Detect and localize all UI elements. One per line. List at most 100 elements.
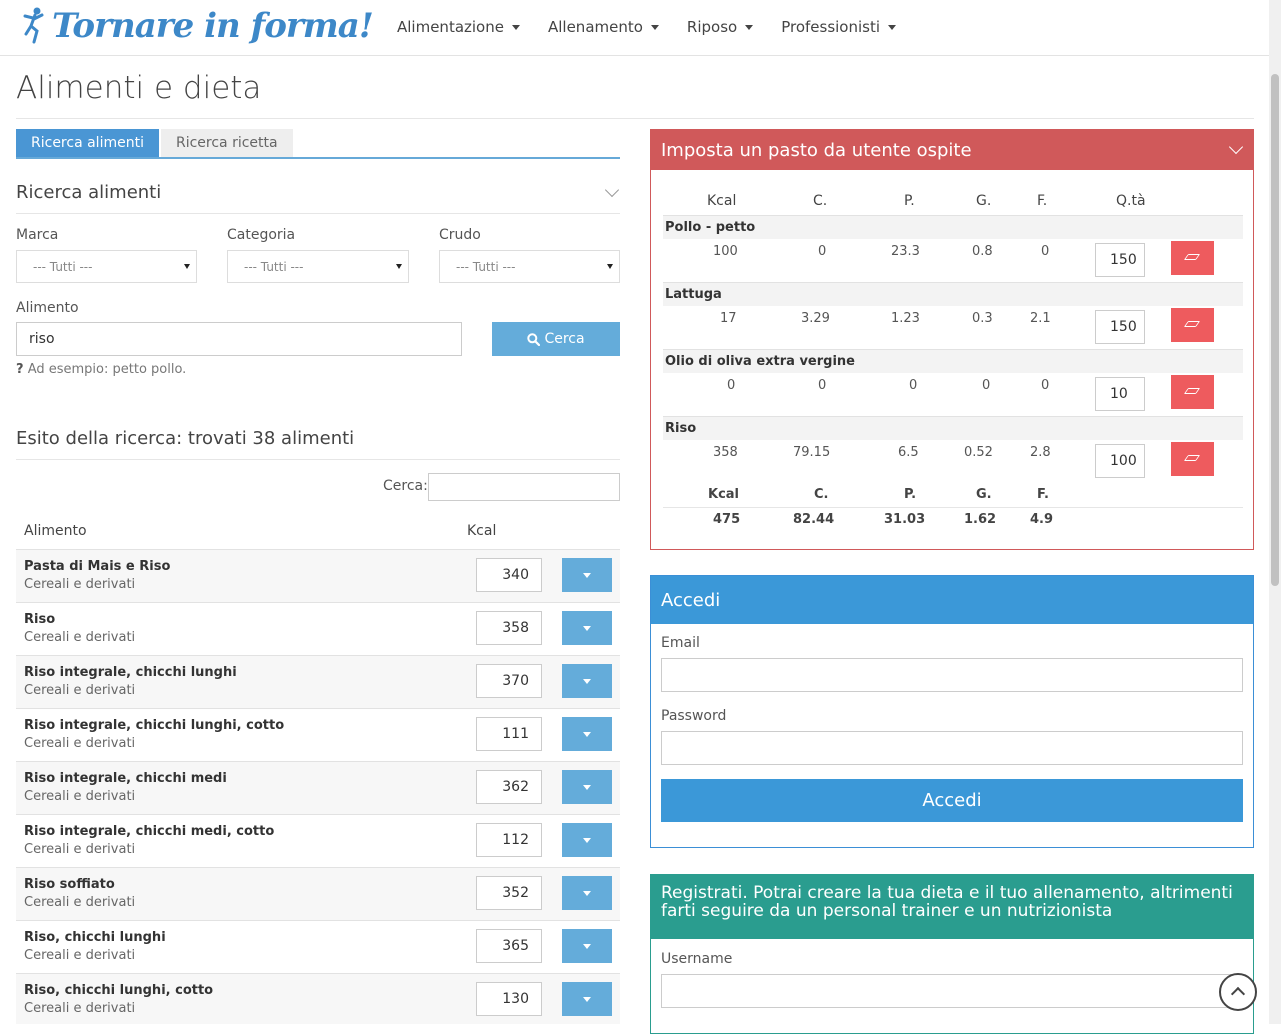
email-field[interactable] [661,658,1243,692]
add-dropdown-button[interactable] [562,982,612,1016]
meal-p: 1.23 [891,311,920,326]
register-panel: Registrati. Potrai creare la tua dieta e… [650,874,1254,1034]
chevron-down-icon[interactable] [604,182,620,198]
kcal-field[interactable]: 340 [476,558,542,592]
meal-item-name-row: Riso [663,416,1243,440]
food-name: Riso [24,612,56,627]
nav-professionisti[interactable]: Professionisti [781,0,897,54]
vertical-scrollbar[interactable] [1269,0,1281,1024]
totals-header-f: F. [1037,487,1049,502]
categoria-select[interactable]: --- Tutti --- [227,250,409,283]
meal-item-name: Riso [665,421,697,436]
tab-ricerca-ricetta[interactable]: Ricerca ricetta [160,129,293,157]
food-name: Riso, chicchi lunghi [24,930,166,945]
total-g: 1.62 [964,512,997,527]
food-name: Riso, chicchi lunghi, cotto [24,983,214,998]
food-name: Riso integrale, chicchi lunghi [24,665,237,680]
remove-item-button[interactable] [1171,241,1214,275]
meal-kcal: 358 [713,445,738,460]
marca-label: Marca [16,227,59,243]
add-dropdown-button[interactable] [562,558,612,592]
nav-riposo[interactable]: Riposo [686,0,754,54]
col-header-kcal: Kcal [707,193,737,209]
quantity-input[interactable]: 150 [1095,310,1145,344]
eraser-icon [1183,321,1201,327]
meal-p: 23.3 [891,244,920,259]
page-title: Alimenti e dieta [16,70,262,106]
remove-item-button[interactable] [1171,442,1214,476]
quantity-input[interactable]: 150 [1095,243,1145,277]
results-title: Esito della ricerca: trovati 38 alimenti [16,428,355,449]
cerca-button[interactable]: Cerca [492,322,620,356]
meal-item-name-row: Pollo - petto [663,215,1243,239]
col-header-kcal[interactable]: Kcal [467,523,496,539]
username-field[interactable] [661,974,1243,1008]
kcal-field[interactable]: 111 [476,717,542,751]
marca-select[interactable]: --- Tutti --- [16,250,197,283]
nav-alimentazione[interactable]: Alimentazione [397,0,520,54]
nav-label: Riposo [686,18,738,36]
kcal-field[interactable]: 365 [476,929,542,963]
nav-allenamento[interactable]: Allenamento [548,0,659,54]
add-dropdown-button[interactable] [562,717,612,751]
caret-down-icon [583,944,591,949]
username-label: Username [661,951,733,967]
kcal-field[interactable]: 130 [476,982,542,1016]
table-row: Pasta di Mais e Riso Cereali e derivati … [16,549,620,602]
chevron-up-icon [1230,986,1246,1002]
food-category: Cereali e derivati [24,630,136,645]
tab-ricerca-alimenti[interactable]: Ricerca alimenti [16,129,159,157]
quantity-input[interactable]: 100 [1095,444,1145,478]
meal-item-name-row: Olio di oliva extra vergine [663,349,1243,373]
email-label: Email [661,635,700,651]
total-c: 82.44 [793,512,835,527]
table-filter-input[interactable] [428,473,620,501]
meal-item-name: Olio di oliva extra vergine [665,354,855,369]
kcal-field[interactable]: 112 [476,823,542,857]
total-kcal: 475 [713,512,741,527]
add-dropdown-button[interactable] [562,611,612,645]
meal-kcal: 17 [720,311,737,326]
meal-item-name-row: Lattuga [663,282,1243,306]
meal-f: 2.1 [1030,311,1051,326]
guest-meal-header[interactable]: Imposta un pasto da utente ospite [651,130,1253,170]
food-name: Riso soffiato [24,877,115,892]
caret-down-icon [745,24,754,30]
accedi-button[interactable]: Accedi [661,779,1243,822]
add-dropdown-button[interactable] [562,770,612,804]
add-dropdown-button[interactable] [562,929,612,963]
search-icon [527,332,541,346]
add-dropdown-button[interactable] [562,823,612,857]
back-to-top-button[interactable] [1219,973,1257,1011]
food-category: Cereali e derivati [24,842,136,857]
logo[interactable]: Tornare in forma! [20,2,374,50]
remove-item-button[interactable] [1171,375,1214,409]
select-value: --- Tutti --- [456,259,516,274]
col-header-f: F. [1037,193,1048,209]
crudo-select[interactable]: --- Tutti --- [439,250,620,283]
meal-g: 0.52 [964,445,993,460]
col-header-alimento[interactable]: Alimento [24,523,87,539]
scrollbar-thumb[interactable] [1271,74,1279,586]
kcal-field[interactable]: 370 [476,664,542,698]
caret-down-icon [583,891,591,896]
divider [16,118,1254,119]
total-f: 4.9 [1030,512,1054,527]
remove-item-button[interactable] [1171,308,1214,342]
search-section-title: Ricerca alimenti [16,182,162,203]
totals-header-p: P. [904,487,917,502]
kcal-field[interactable]: 352 [476,876,542,910]
alimento-input[interactable]: riso [16,322,462,356]
food-category: Cereali e derivati [24,577,136,592]
logo-text: Tornare in forma! [52,6,374,46]
quantity-input[interactable]: 10 [1095,377,1145,411]
kcal-field[interactable]: 358 [476,611,542,645]
kcal-field[interactable]: 362 [476,770,542,804]
meal-f: 0 [1041,244,1050,259]
divider [16,459,620,460]
categoria-label: Categoria [227,227,296,243]
meal-c: 0 [818,244,827,259]
add-dropdown-button[interactable] [562,664,612,698]
password-field[interactable] [661,731,1243,765]
add-dropdown-button[interactable] [562,876,612,910]
